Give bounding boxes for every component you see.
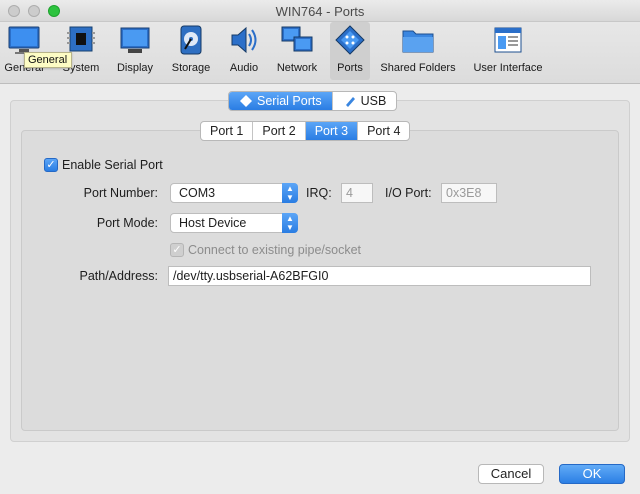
toolbar-general[interactable]: General bbox=[4, 22, 44, 80]
toolbar-ports[interactable]: Ports bbox=[330, 22, 370, 80]
toolbar-system[interactable]: System bbox=[60, 22, 102, 80]
settings-window: WIN764 - Ports General System Display St… bbox=[0, 0, 640, 494]
chevron-updown-icon: ▲ ▼ bbox=[282, 213, 298, 233]
toolbar-display[interactable]: Display bbox=[114, 22, 156, 80]
tab-usb[interactable]: USB bbox=[333, 92, 397, 110]
port-mode-value: Host Device bbox=[179, 216, 247, 230]
port-mode-label: Port Mode: bbox=[96, 216, 158, 230]
toolbar-network[interactable]: Network bbox=[274, 22, 320, 80]
toolbar-shared-folders-label: Shared Folders bbox=[380, 62, 456, 74]
folder-icon bbox=[402, 30, 434, 53]
toolbar-storage[interactable]: Storage bbox=[168, 22, 214, 80]
tab-port-4[interactable]: Port 4 bbox=[358, 122, 409, 140]
port-mode-select[interactable]: Host Device ▲ ▼ bbox=[170, 213, 298, 233]
toolbar-storage-label: Storage bbox=[171, 62, 211, 74]
path-address-label: Path/Address: bbox=[79, 269, 158, 283]
tab-serial-ports-label: Serial Ports bbox=[257, 94, 322, 108]
tab-serial-ports[interactable]: Serial Ports bbox=[229, 92, 333, 110]
usb-icon bbox=[345, 97, 355, 107]
ok-button[interactable]: OK bbox=[559, 464, 625, 484]
toolbar-audio[interactable]: Audio bbox=[224, 22, 264, 80]
irq-label: IRQ: bbox=[306, 186, 332, 200]
port-number-value: COM3 bbox=[179, 186, 216, 200]
chevron-updown-icon: ▲ ▼ bbox=[282, 183, 298, 203]
connect-existing-label: Connect to existing pipe/socket bbox=[188, 243, 362, 257]
tab-port-2[interactable]: Port 2 bbox=[253, 122, 306, 140]
tab-usb-label: USB bbox=[360, 94, 387, 108]
cancel-button[interactable]: Cancel bbox=[478, 464, 544, 484]
toolbar-audio-label: Audio bbox=[229, 62, 259, 74]
enable-serial-port-checkbox[interactable]: ✓ bbox=[44, 158, 58, 172]
title-bar: WIN764 - Ports bbox=[0, 0, 640, 22]
toolbar-display-label: Display bbox=[116, 62, 154, 74]
tab-port-3[interactable]: Port 3 bbox=[305, 122, 359, 140]
network-icon bbox=[281, 26, 313, 52]
ports-tab-bar: Serial Ports USB bbox=[228, 91, 398, 111]
port-number-select[interactable]: COM3 ▲ ▼ bbox=[170, 183, 298, 203]
toolbar-network-label: Network bbox=[276, 62, 318, 74]
port-tab-bar: Port 1 Port 2 Port 3 Port 4 bbox=[200, 121, 411, 141]
toolbar-shared-folders[interactable]: Shared Folders bbox=[378, 22, 458, 80]
irq-field[interactable]: 4 bbox=[341, 183, 373, 203]
io-port-field[interactable]: 0x3E8 bbox=[441, 183, 497, 203]
tooltip: General bbox=[24, 52, 72, 68]
io-port-label: I/O Port: bbox=[385, 186, 432, 200]
toolbar-ports-label: Ports bbox=[337, 62, 363, 74]
serial-port-icon bbox=[240, 95, 252, 107]
port-number-label: Port Number: bbox=[83, 186, 158, 200]
path-address-field[interactable]: /dev/tty.usbserial-A62BFGI0 bbox=[168, 266, 591, 286]
window-title: WIN764 - Ports bbox=[275, 4, 365, 19]
toolbar-user-interface[interactable]: User Interface bbox=[470, 22, 546, 80]
connect-existing-checkbox[interactable]: ✓ bbox=[170, 243, 184, 257]
tab-port-1[interactable]: Port 1 bbox=[201, 122, 254, 140]
port-icon bbox=[335, 25, 365, 55]
speaker-icon bbox=[231, 26, 257, 54]
toolbar-user-interface-label: User Interface bbox=[473, 62, 543, 74]
enable-serial-port-label: Enable Serial Port bbox=[62, 158, 163, 172]
display-icon bbox=[120, 27, 150, 53]
settings-toolbar: General System Display Storage Audio Net… bbox=[0, 22, 640, 84]
disk-icon bbox=[180, 25, 202, 55]
window-icon bbox=[494, 27, 522, 53]
